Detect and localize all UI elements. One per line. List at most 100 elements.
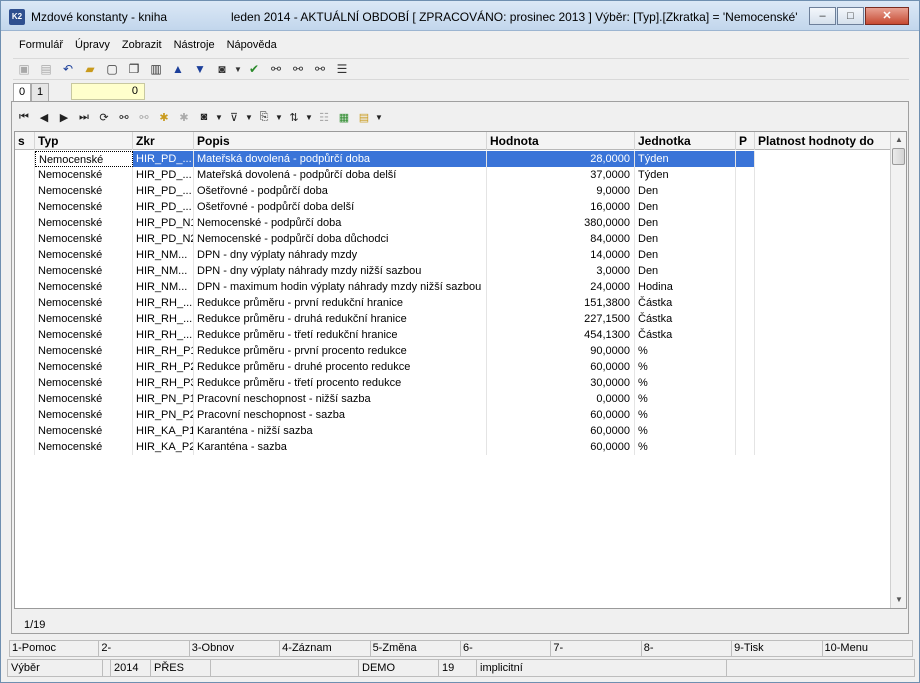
column-header-jednotka[interactable]: Jednotka: [635, 132, 736, 150]
cell-zkr[interactable]: HIR_RH_...: [133, 311, 194, 327]
cell-zkr[interactable]: HIR_PD_...: [133, 167, 194, 183]
cell-zkr[interactable]: HIR_PN_P1: [133, 391, 194, 407]
cell-popis[interactable]: Karanténa - sazba: [194, 439, 487, 455]
cell-typ[interactable]: Nemocenské: [35, 295, 133, 311]
cell-s[interactable]: [15, 279, 35, 295]
cell-platnost[interactable]: [755, 439, 891, 455]
previous-record-icon[interactable]: ◀: [34, 107, 54, 127]
cell-hodnota[interactable]: 60,0000: [487, 439, 635, 455]
cell-platnost[interactable]: [755, 231, 891, 247]
cell-typ[interactable]: Nemocenské: [35, 391, 133, 407]
table-row[interactable]: Nemocenské HIR_PD_... Ošetřovné - podpůrčí…: [15, 199, 891, 215]
cell-hodnota[interactable]: 24,0000: [487, 279, 635, 295]
table-row[interactable]: Nemocenské HIR_KA_P2 Karanténa - sazba 60,0…: [15, 439, 891, 455]
cell-zkr[interactable]: HIR_RH_...: [133, 327, 194, 343]
cell-popis[interactable]: Redukce průměru - druhé procento redukce: [194, 359, 487, 375]
cell-jednotka[interactable]: Hodina: [635, 279, 736, 295]
cell-popis[interactable]: Redukce průměru - druhá redukční hranice: [194, 311, 487, 327]
cell-zkr[interactable]: HIR_RH_P1: [133, 343, 194, 359]
cell-jednotka[interactable]: Týden: [635, 151, 736, 167]
binoculars-icon[interactable]: ⚯: [265, 59, 287, 79]
cell-p[interactable]: [736, 151, 755, 167]
fkey-1[interactable]: 1-Pomoc: [9, 640, 100, 657]
book-icon[interactable]: ▥: [145, 59, 167, 79]
scroll-thumb[interactable]: [892, 148, 905, 165]
table-row[interactable]: Nemocenské HIR_PD_N1 Nemocenské - podpůrčí…: [15, 215, 891, 231]
column-header-zkr[interactable]: Zkr: [133, 132, 194, 150]
cell-jednotka[interactable]: Den: [635, 247, 736, 263]
column-header-s[interactable]: s: [15, 132, 35, 150]
cell-platnost[interactable]: [755, 279, 891, 295]
cell-popis[interactable]: Redukce průměru - první redukční hranice: [194, 295, 487, 311]
cell-s[interactable]: [15, 407, 35, 423]
minimize-button[interactable]: –: [809, 7, 836, 25]
cell-typ[interactable]: Nemocenské: [35, 359, 133, 375]
cell-p[interactable]: [736, 423, 755, 439]
cell-p[interactable]: [736, 199, 755, 215]
cell-typ[interactable]: Nemocenské: [35, 215, 133, 231]
cell-popis[interactable]: DPN - maximum hodin výplaty náhrady mzdy…: [194, 279, 487, 295]
cell-p[interactable]: [736, 327, 755, 343]
fkey-4[interactable]: 4-Záznam: [280, 640, 371, 657]
cell-platnost[interactable]: [755, 199, 891, 215]
column-header-hodnota[interactable]: Hodnota: [487, 132, 635, 150]
cell-jednotka[interactable]: %: [635, 407, 736, 423]
cell-s[interactable]: [15, 183, 35, 199]
cell-platnost[interactable]: [755, 407, 891, 423]
cell-zkr[interactable]: HIR_NM...: [133, 263, 194, 279]
chevron-down-icon[interactable]: ▼: [233, 59, 243, 79]
chevron-down-icon[interactable]: ▼: [374, 107, 384, 127]
cell-typ[interactable]: Nemocenské: [35, 231, 133, 247]
cell-s[interactable]: [15, 343, 35, 359]
cell-hodnota[interactable]: 60,0000: [487, 359, 635, 375]
cell-jednotka[interactable]: Den: [635, 183, 736, 199]
table-row[interactable]: Nemocenské HIR_RH_... Redukce průměru - tř…: [15, 327, 891, 343]
menu-formular[interactable]: Formulář: [13, 39, 69, 51]
cell-hodnota[interactable]: 60,0000: [487, 423, 635, 439]
last-record-icon[interactable]: ⏭: [74, 107, 94, 127]
cell-popis[interactable]: Ošetřovné - podpůrčí doba delší: [194, 199, 487, 215]
notes-icon[interactable]: ▤: [354, 107, 374, 127]
cell-platnost[interactable]: [755, 423, 891, 439]
cell-jednotka[interactable]: %: [635, 423, 736, 439]
maximize-button[interactable]: □: [837, 7, 864, 25]
filter-icon[interactable]: ⊽: [224, 107, 244, 127]
cell-p[interactable]: [736, 263, 755, 279]
cell-popis[interactable]: Nemocenské - podpůrčí doba důchodci: [194, 231, 487, 247]
table-row[interactable]: Nemocenské HIR_NM... DPN - maximum hodin v…: [15, 279, 891, 295]
cell-zkr[interactable]: HIR_PD_...: [133, 183, 194, 199]
cell-zkr[interactable]: HIR_PD_N1: [133, 215, 194, 231]
cell-platnost[interactable]: [755, 215, 891, 231]
menu-nastroje[interactable]: Nástroje: [168, 39, 221, 51]
cell-p[interactable]: [736, 359, 755, 375]
cell-zkr[interactable]: HIR_NM...: [133, 247, 194, 263]
column-header-platnost[interactable]: Platnost hodnoty do: [755, 132, 891, 150]
menu-upravy[interactable]: Úpravy: [69, 39, 116, 51]
cell-p[interactable]: [736, 215, 755, 231]
cell-popis[interactable]: Mateřská dovolená - podpůrčí doba: [194, 151, 487, 167]
cell-jednotka[interactable]: Částka: [635, 295, 736, 311]
cell-platnost[interactable]: [755, 183, 891, 199]
tab-0[interactable]: 0: [13, 83, 31, 102]
cell-p[interactable]: [736, 343, 755, 359]
new-document-icon[interactable]: ▢: [101, 59, 123, 79]
cell-p[interactable]: [736, 375, 755, 391]
cell-jednotka[interactable]: Den: [635, 231, 736, 247]
save-icon[interactable]: ▣: [13, 59, 35, 79]
cell-zkr[interactable]: HIR_PD_N2: [133, 231, 194, 247]
camera-icon[interactable]: ◙: [194, 107, 214, 127]
column-header-p[interactable]: P: [736, 132, 755, 150]
cell-p[interactable]: [736, 407, 755, 423]
cell-jednotka[interactable]: Den: [635, 215, 736, 231]
table-row[interactable]: Nemocenské HIR_RH_P2 Redukce průměru - dru…: [15, 359, 891, 375]
cell-platnost[interactable]: [755, 247, 891, 263]
next-record-icon[interactable]: ▶: [54, 107, 74, 127]
cell-p[interactable]: [736, 391, 755, 407]
cell-platnost[interactable]: [755, 167, 891, 183]
cell-popis[interactable]: Redukce průměru - třetí redukční hranice: [194, 327, 487, 343]
cell-hodnota[interactable]: 0,0000: [487, 391, 635, 407]
cell-typ[interactable]: Nemocenské: [35, 311, 133, 327]
cell-p[interactable]: [736, 279, 755, 295]
cell-platnost[interactable]: [755, 151, 891, 167]
export-icon[interactable]: ⎘: [254, 107, 274, 127]
